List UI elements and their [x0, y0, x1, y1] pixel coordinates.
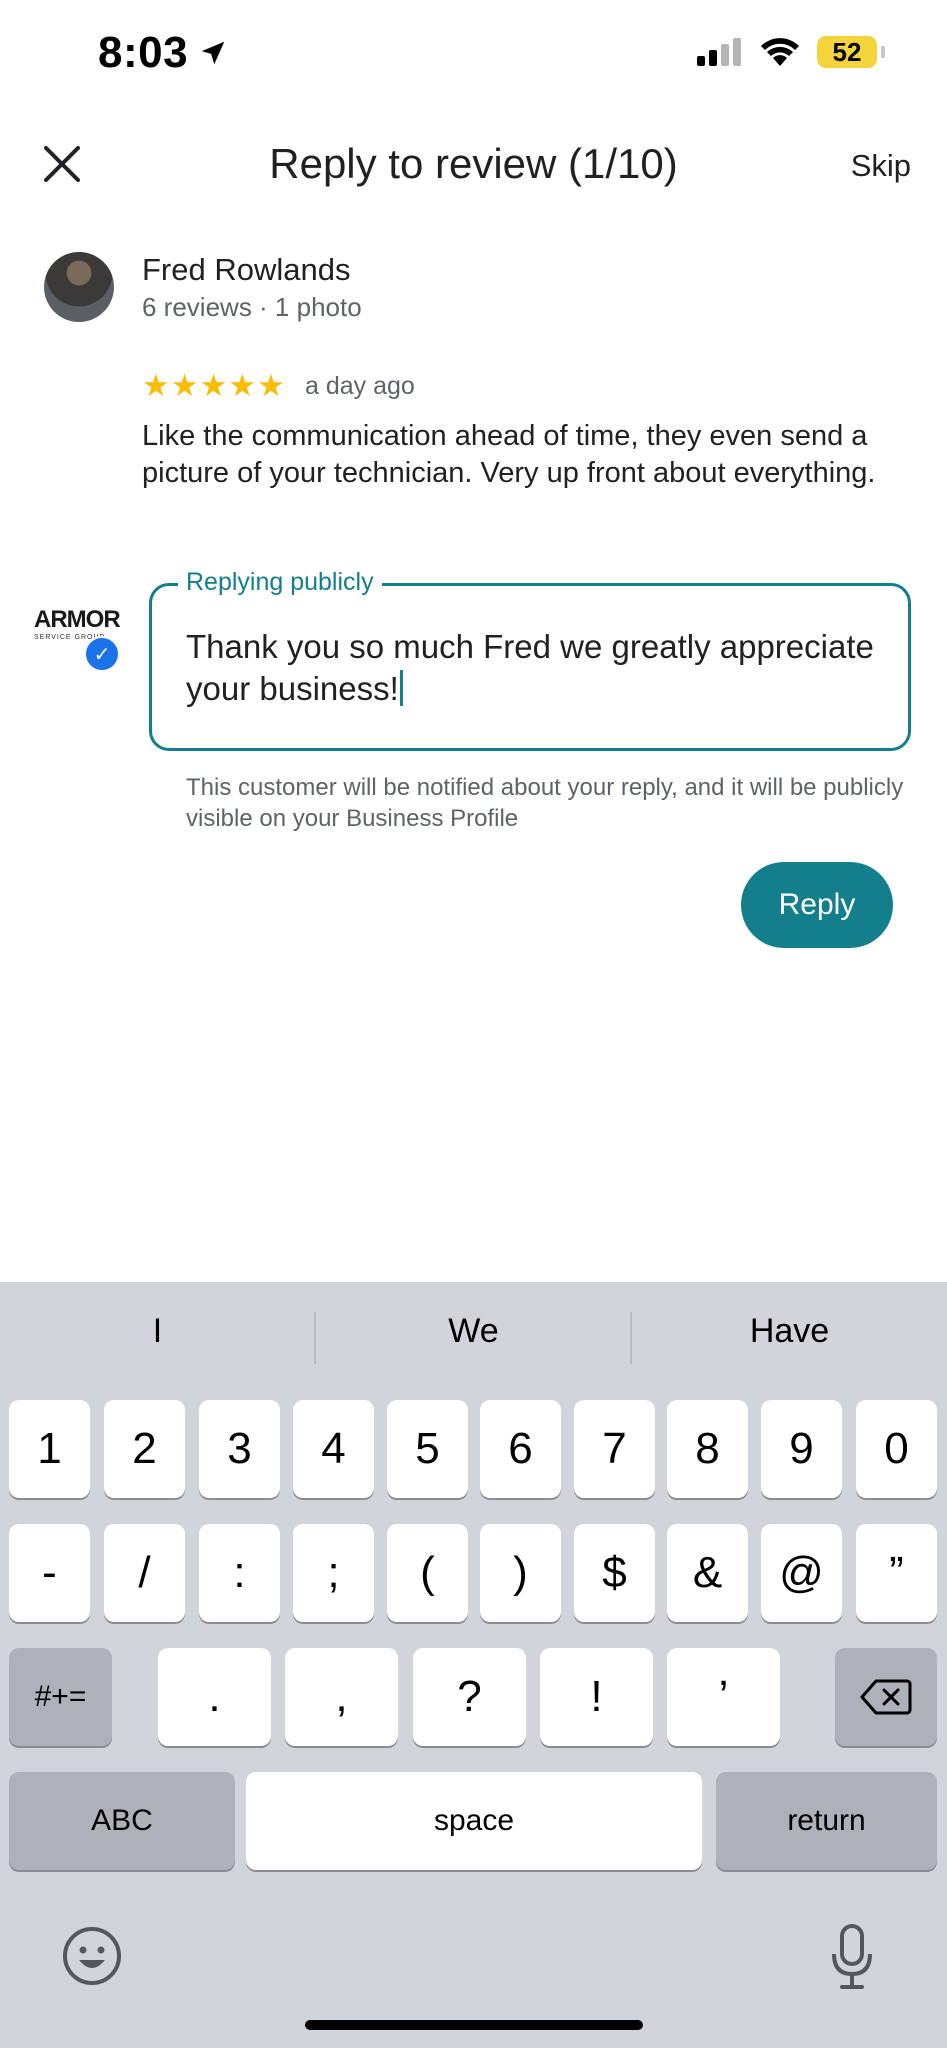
wifi-icon: [761, 38, 799, 66]
key-comma[interactable]: ,: [285, 1648, 398, 1746]
reply-notice: This customer will be notified about you…: [186, 774, 904, 832]
page-title: Reply to review (1/10): [269, 140, 678, 187]
review-text: Like the communication ahead of time, th…: [142, 420, 876, 489]
home-indicator[interactable]: [305, 2020, 643, 2030]
status-time-text: 8:03: [98, 28, 189, 77]
status-time: 8:03: [98, 28, 228, 78]
key-close-paren[interactable]: ): [480, 1524, 561, 1622]
suggestion-3[interactable]: Have: [632, 1312, 947, 1351]
reviewer-meta: 6 reviews · 1 photo: [142, 292, 362, 322]
key-3[interactable]: 3: [199, 1400, 280, 1498]
key-abc[interactable]: ABC: [9, 1772, 235, 1870]
suggestion-2[interactable]: We: [316, 1312, 631, 1351]
reviewer-avatar[interactable]: [44, 252, 114, 322]
key-6[interactable]: 6: [480, 1400, 561, 1498]
reply-input[interactable]: Thank you so much Fred we greatly apprec…: [186, 626, 886, 710]
key-at[interactable]: @: [761, 1524, 842, 1622]
reply-field-label: Replying publicly: [178, 568, 382, 597]
key-ampersand[interactable]: &: [667, 1524, 748, 1622]
key-7[interactable]: 7: [574, 1400, 655, 1498]
key-1[interactable]: 1: [9, 1400, 90, 1498]
star-rating: ★★★★★: [142, 368, 286, 403]
review-time: a day ago: [305, 372, 415, 400]
key-open-paren[interactable]: (: [387, 1524, 468, 1622]
skip-button[interactable]: Skip: [851, 148, 911, 184]
key-backspace[interactable]: [835, 1648, 937, 1746]
battery-level: 52: [832, 36, 862, 67]
microphone-icon: [832, 1924, 872, 1989]
key-8[interactable]: 8: [667, 1400, 748, 1498]
key-semicolon[interactable]: ;: [293, 1524, 374, 1622]
key-5[interactable]: 5: [387, 1400, 468, 1498]
key-period[interactable]: .: [158, 1648, 271, 1746]
key-slash[interactable]: /: [104, 1524, 185, 1622]
key-more-symbols[interactable]: #+=: [9, 1648, 112, 1746]
key-4[interactable]: 4: [293, 1400, 374, 1498]
key-colon[interactable]: :: [199, 1524, 280, 1622]
key-apostrophe[interactable]: ’: [667, 1648, 780, 1746]
key-quote[interactable]: ”: [856, 1524, 937, 1622]
key-return[interactable]: return: [716, 1772, 937, 1870]
reply-input-value[interactable]: Thank you so much Fred we greatly apprec…: [186, 628, 874, 707]
cellular-signal-icon: [697, 38, 741, 66]
emoji-button[interactable]: [62, 1926, 122, 1986]
status-indicators: 52: [697, 36, 885, 68]
verified-check-icon: ✓: [84, 636, 120, 672]
dictation-button[interactable]: [830, 1924, 874, 1990]
backspace-icon: [860, 1679, 912, 1715]
key-hyphen[interactable]: -: [9, 1524, 90, 1622]
key-2[interactable]: 2: [104, 1400, 185, 1498]
key-exclamation[interactable]: !: [540, 1648, 653, 1746]
battery-indicator: 52: [817, 36, 885, 68]
business-logo-text: ARMOR: [34, 606, 121, 633]
text-caret: [399, 670, 403, 706]
key-dollar[interactable]: $: [574, 1524, 655, 1622]
suggestion-1[interactable]: I: [0, 1312, 315, 1351]
key-space[interactable]: space: [246, 1772, 702, 1870]
key-0[interactable]: 0: [856, 1400, 937, 1498]
location-arrow-icon: [201, 41, 225, 65]
key-question[interactable]: ?: [413, 1648, 526, 1746]
reviewer-name[interactable]: Fred Rowlands: [142, 252, 350, 288]
emoji-icon: [63, 1927, 121, 1985]
key-9[interactable]: 9: [761, 1400, 842, 1498]
reply-button[interactable]: Reply: [741, 862, 893, 948]
